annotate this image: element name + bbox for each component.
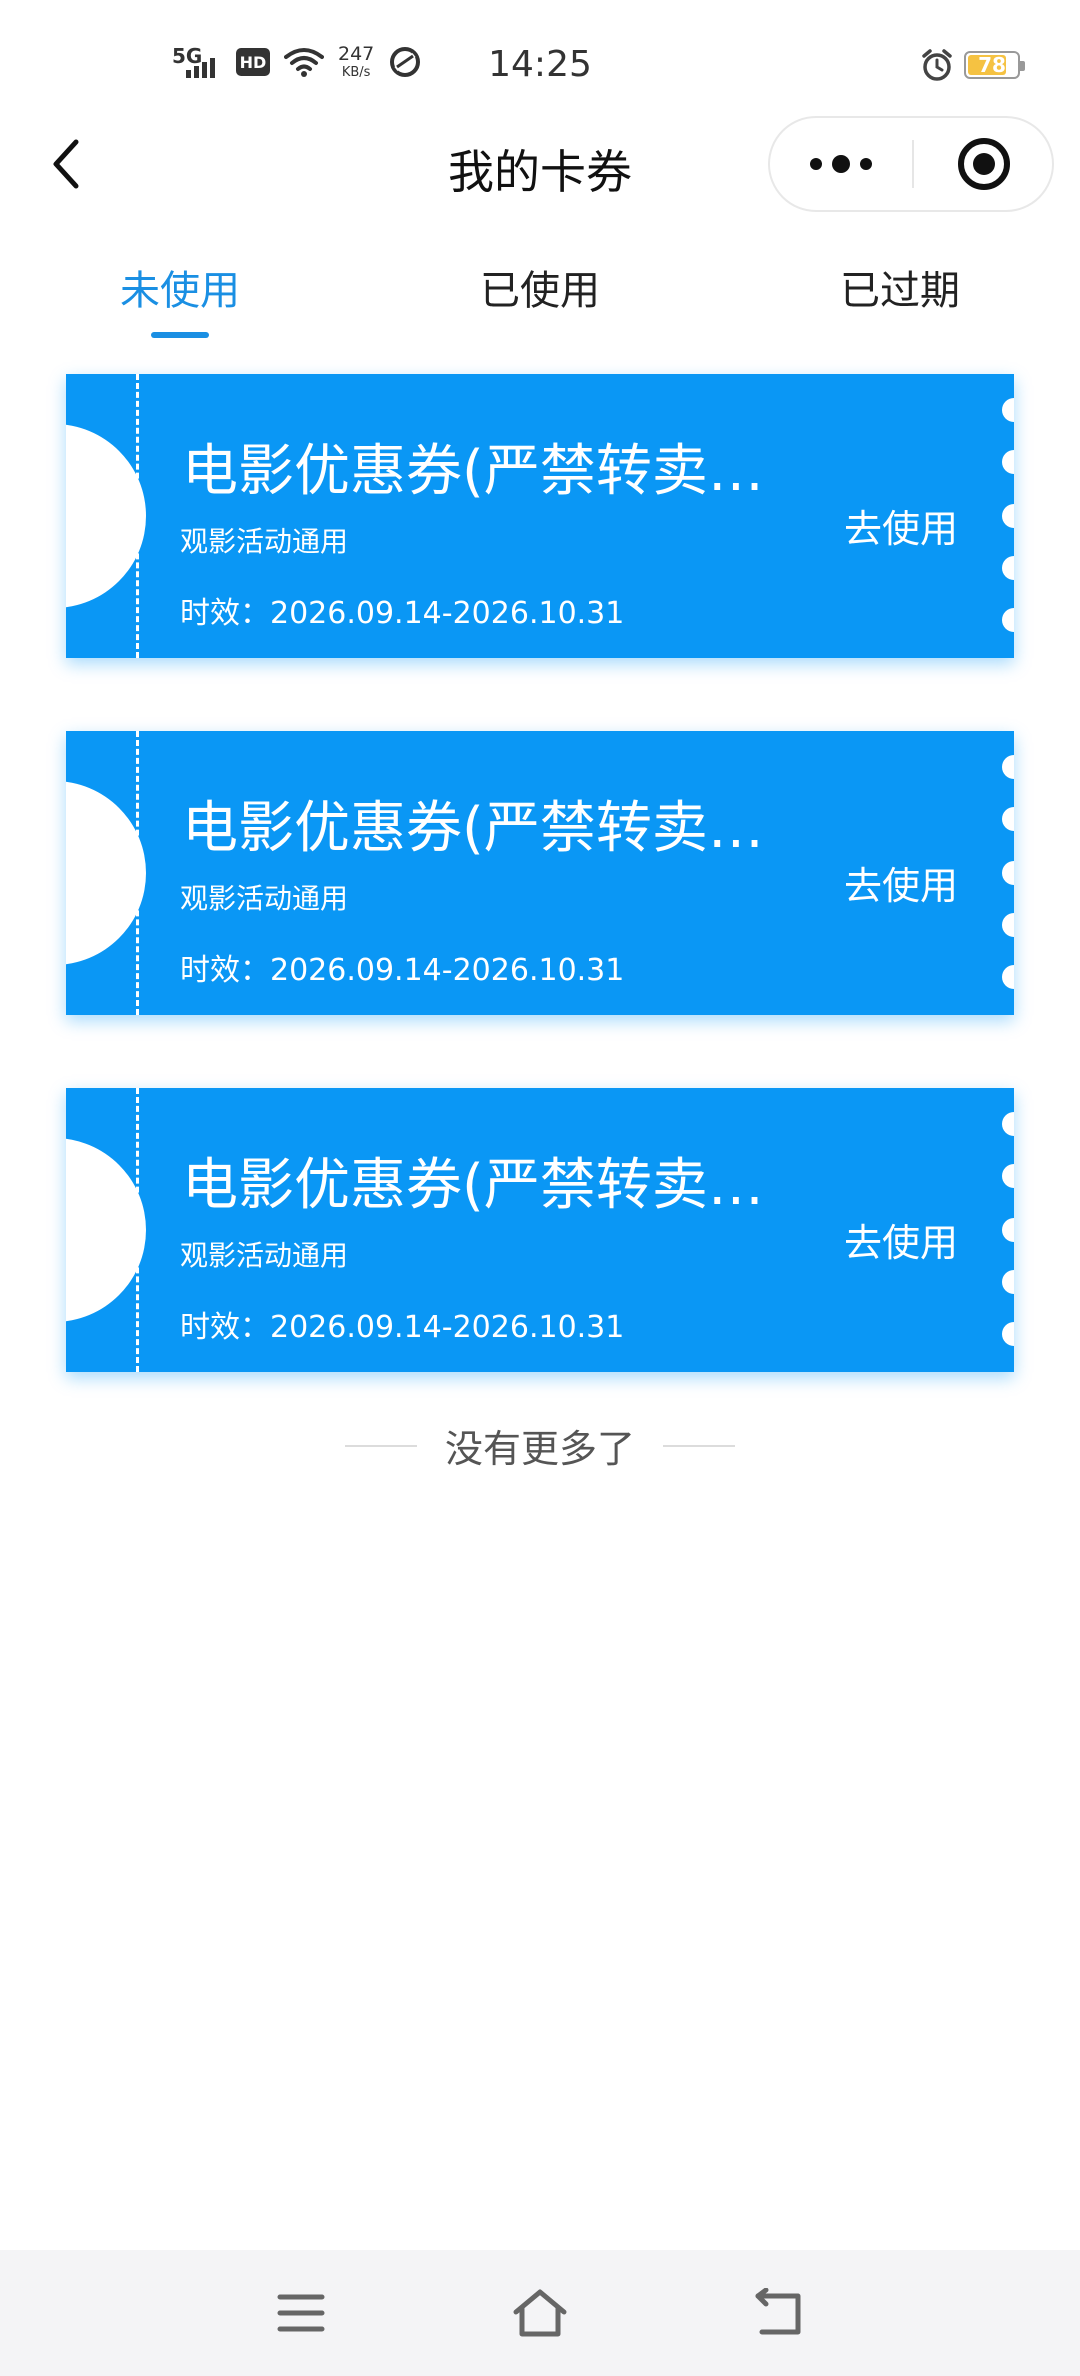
coupon-title: 电影优惠券(严禁转卖… — [182, 796, 762, 861]
coupon-card[interactable]: 电影优惠券(严禁转卖… 观影活动通用 时效：2026.09.14-2026.10… — [66, 1088, 1014, 1372]
use-coupon-button[interactable]: 去使用 — [844, 498, 958, 553]
coupon-subtitle: 观影活动通用 — [180, 525, 349, 558]
more-button[interactable] — [770, 118, 912, 210]
coupon-subtitle: 观影活动通用 — [180, 882, 349, 915]
back-icon — [755, 2288, 801, 2335]
coupon-page: 5G HD 247 KB/s 14:25 78 我的卡券 未使用 已使用 已过期… — [0, 0, 1080, 2376]
tab-unused[interactable]: 未使用 — [60, 258, 300, 316]
coupon-subtitle: 观影活动通用 — [180, 1239, 349, 1272]
more-dots-icon — [810, 155, 872, 173]
coupon-validity: 时效：2026.09.14-2026.10.31 — [180, 953, 625, 988]
alarm-icon — [922, 49, 952, 81]
tab-used[interactable]: 已使用 — [420, 258, 660, 316]
menu-button[interactable] — [268, 2280, 334, 2346]
end-of-list: 没有更多了 — [0, 1418, 1080, 1473]
divider-line — [663, 1444, 735, 1447]
return-button[interactable] — [746, 2280, 812, 2346]
battery-icon: 78 — [964, 51, 1025, 79]
coupon-title: 电影优惠券(严禁转卖… — [182, 1153, 762, 1218]
tab-bar: 未使用 已使用 已过期 — [0, 240, 1080, 340]
tab-expired[interactable]: 已过期 — [780, 258, 1020, 316]
coupon-card[interactable]: 电影优惠券(严禁转卖… 观影活动通用 时效：2026.09.14-2026.10… — [66, 731, 1014, 1015]
status-bar: 5G HD 247 KB/s 14:25 78 — [0, 0, 1080, 110]
use-coupon-button[interactable]: 去使用 — [844, 855, 958, 910]
target-icon — [958, 138, 1010, 190]
home-button[interactable] — [507, 2280, 573, 2346]
coupon-title: 电影优惠券(严禁转卖… — [182, 439, 762, 504]
coupon-validity: 时效：2026.09.14-2026.10.31 — [180, 596, 625, 631]
close-button[interactable] — [914, 118, 1054, 210]
perforation — [136, 1088, 139, 1372]
home-icon — [513, 2289, 567, 2337]
coupon-validity: 时效：2026.09.14-2026.10.31 — [180, 1310, 625, 1345]
coupon-card[interactable]: 电影优惠券(严禁转卖… 观影活动通用 时效：2026.09.14-2026.10… — [66, 374, 1014, 658]
system-nav-bar — [0, 2250, 1080, 2376]
battery-level: 78 — [978, 53, 1006, 77]
perforation — [136, 731, 139, 1015]
mini-program-capsule — [768, 116, 1054, 212]
perforation — [136, 374, 139, 658]
clock: 14:25 — [488, 44, 592, 85]
no-more-text: 没有更多了 — [444, 1427, 635, 1471]
active-tab-indicator — [151, 332, 209, 338]
status-right: 78 — [920, 48, 1025, 82]
divider-line — [344, 1444, 417, 1447]
menu-icon — [277, 2294, 325, 2332]
use-coupon-button[interactable]: 去使用 — [844, 1212, 958, 1267]
nav-bar: 我的卡券 — [0, 110, 1080, 220]
